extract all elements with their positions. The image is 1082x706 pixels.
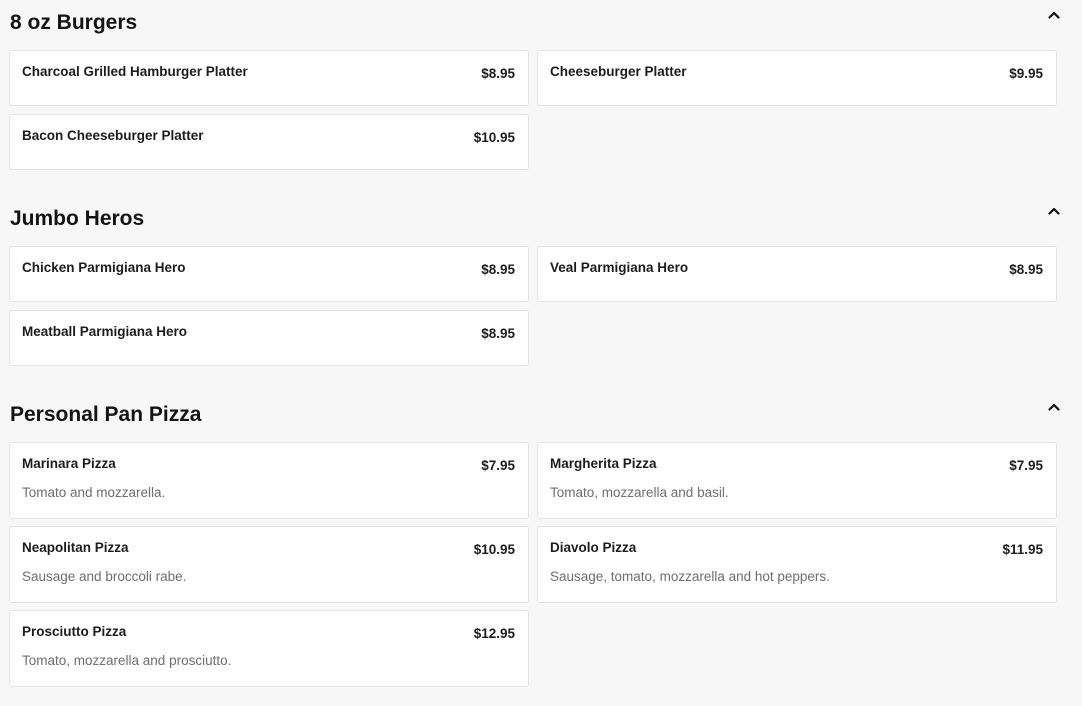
menu-item-card[interactable]: Meatball Parmigiana Hero $8.95	[9, 310, 529, 366]
item-description: Sausage and broccoli rabe.	[22, 569, 187, 584]
item-description: Sausage, tomato, mozzarella and hot pepp…	[550, 569, 830, 584]
menu-item-card[interactable]: Prosciutto Pizza $12.95 Tomato, mozzarel…	[9, 610, 529, 687]
section-title: Personal Pan Pizza	[10, 403, 202, 426]
menu-item-card[interactable]: Neapolitan Pizza $10.95 Sausage and broc…	[9, 526, 529, 603]
item-price: $8.95	[481, 262, 515, 277]
menu-item-card[interactable]: Marinara Pizza $7.95 Tomato and mozzarel…	[9, 442, 529, 519]
menu-item-card[interactable]: Cheeseburger Platter $9.95	[537, 50, 1057, 106]
collapse-section-button[interactable]	[1044, 202, 1064, 220]
menu-item-card[interactable]: Margherita Pizza $7.95 Tomato, mozzarell…	[537, 442, 1057, 519]
chevron-up-icon	[1048, 403, 1060, 411]
menu-item-card[interactable]: Bacon Cheeseburger Platter $10.95	[9, 114, 529, 170]
item-price: $8.95	[481, 326, 515, 341]
item-name: Meatball Parmigiana Hero	[22, 324, 188, 339]
item-price: $11.95	[1002, 542, 1043, 557]
menu-item-card[interactable]: Diavolo Pizza $11.95 Sausage, tomato, mo…	[537, 526, 1057, 603]
item-name: Charcoal Grilled Hamburger Platter	[22, 64, 248, 79]
collapse-section-button[interactable]	[1044, 398, 1064, 416]
item-price: $8.95	[1009, 262, 1043, 277]
item-name: Chicken Parmigiana Hero	[22, 260, 186, 275]
menu-item-card[interactable]: Charcoal Grilled Hamburger Platter $8.95	[9, 50, 529, 106]
item-price: $10.95	[473, 130, 515, 145]
item-price: $10.95	[473, 542, 515, 557]
item-price: $7.95	[481, 458, 515, 473]
item-name: Prosciutto Pizza	[22, 624, 127, 639]
item-name: Cheeseburger Platter	[550, 64, 687, 79]
item-description: Tomato and mozzarella.	[22, 485, 166, 500]
item-price: $9.95	[1009, 66, 1043, 81]
item-price: $12.95	[473, 626, 515, 641]
chevron-up-icon	[1048, 207, 1060, 215]
item-price: $8.95	[481, 66, 515, 81]
item-name: Diavolo Pizza	[550, 540, 637, 555]
item-name: Margherita Pizza	[550, 456, 657, 471]
collapse-section-button[interactable]	[1044, 6, 1064, 24]
item-name: Neapolitan Pizza	[22, 540, 129, 555]
item-name: Marinara Pizza	[22, 456, 116, 471]
chevron-up-icon	[1048, 11, 1060, 19]
item-description: Tomato, mozzarella and prosciutto.	[22, 653, 232, 668]
item-description: Tomato, mozzarella and basil.	[550, 485, 729, 500]
menu-item-card[interactable]: Chicken Parmigiana Hero $8.95	[9, 246, 529, 302]
item-price: $7.95	[1009, 458, 1043, 473]
menu-item-card[interactable]: Veal Parmigiana Hero $8.95	[537, 246, 1057, 302]
item-name: Veal Parmigiana Hero	[550, 260, 689, 275]
item-name: Bacon Cheeseburger Platter	[22, 128, 204, 143]
section-title: 8 oz Burgers	[10, 11, 138, 34]
section-title: Jumbo Heros	[10, 207, 145, 230]
